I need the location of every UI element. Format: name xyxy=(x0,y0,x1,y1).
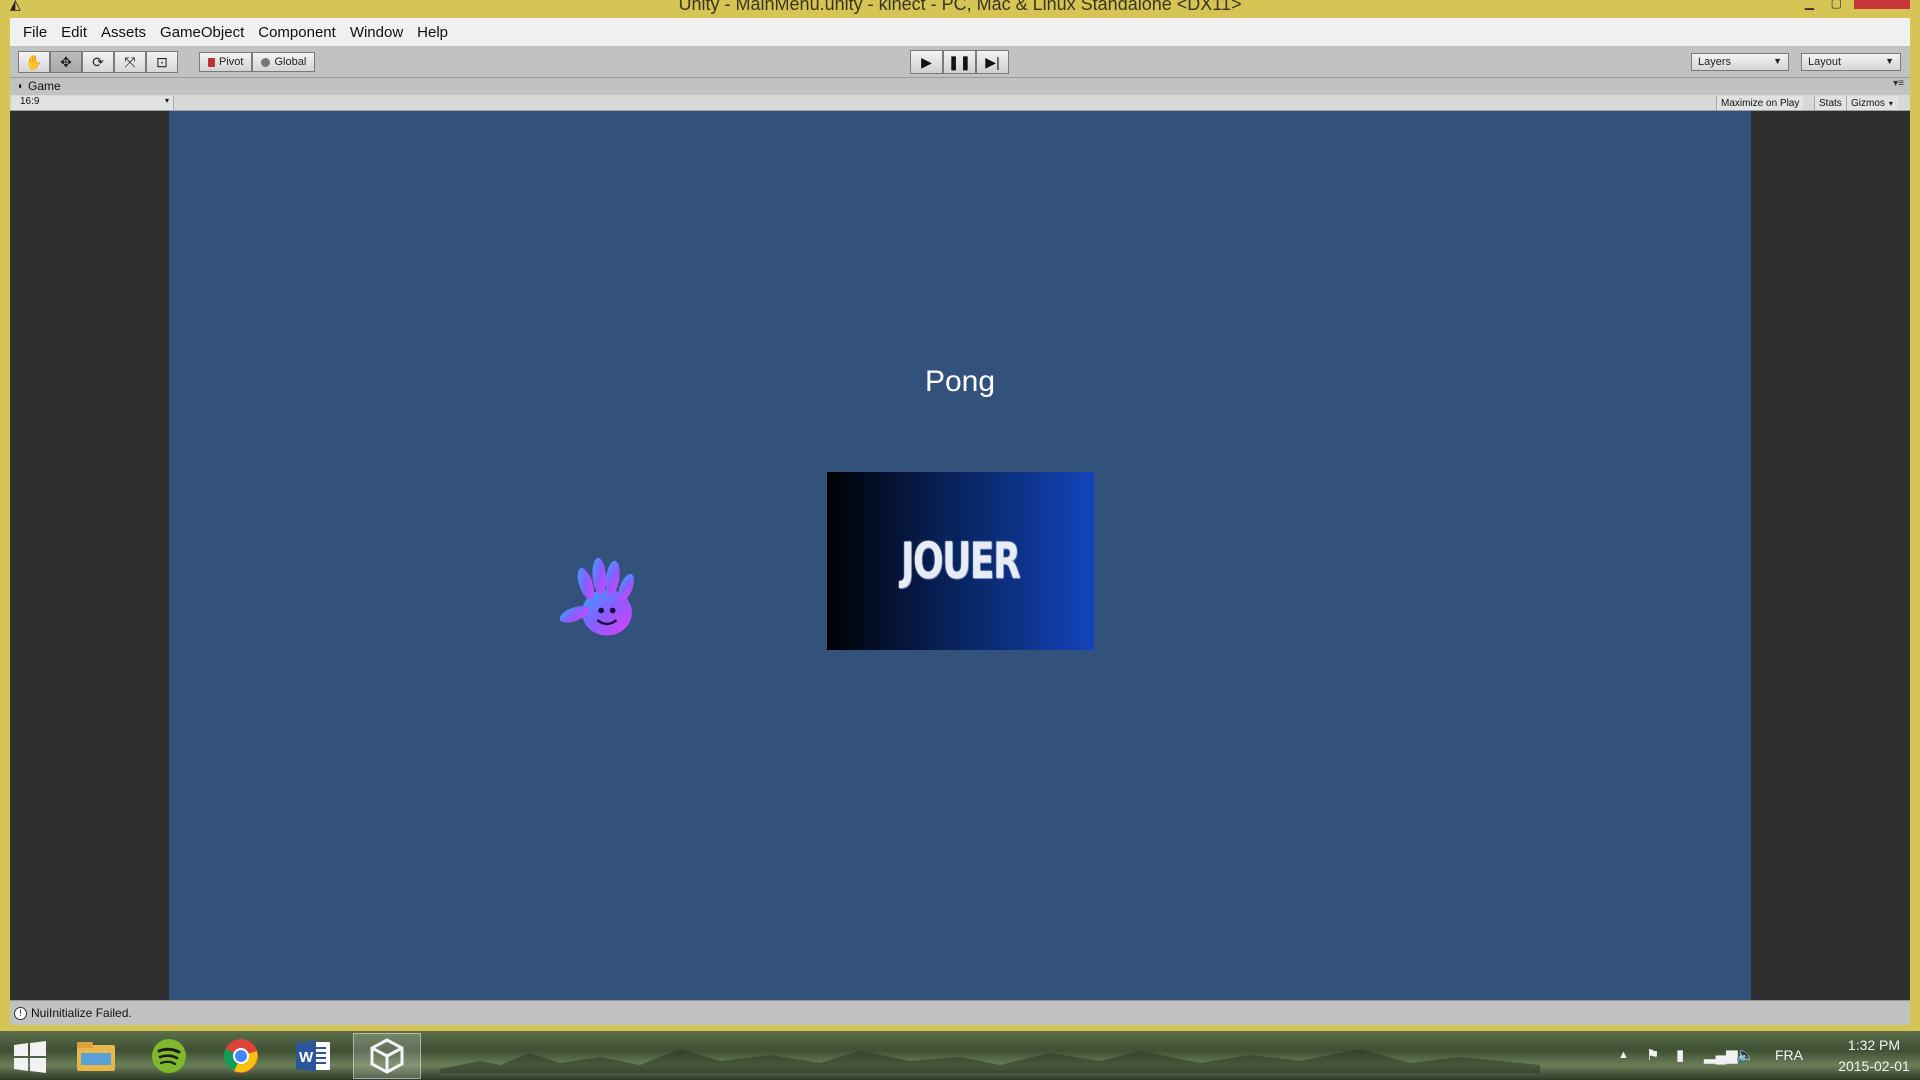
chevron-down-icon: ▾ xyxy=(1888,98,1893,108)
game-panel-header: ◐ Game ▾≡ xyxy=(10,78,1910,95)
global-label: Global xyxy=(274,56,307,68)
chevron-down-icon: ▼ xyxy=(1773,56,1782,66)
menu-help[interactable]: Help xyxy=(410,24,455,41)
game-title: Pong xyxy=(924,365,996,398)
menu-file[interactable]: File xyxy=(16,24,54,41)
window-title-bar: ◭ Unity - MainMenu.unity - kinect - PC, … xyxy=(0,0,1920,18)
transform-tools: ✋ ✥ ⟳ ⤧ ⊡ xyxy=(18,51,178,73)
layers-dropdown[interactable]: Layers ▼ xyxy=(1691,53,1789,71)
panel-menu-icon[interactable]: ▾≡ xyxy=(1893,78,1904,89)
taskbar-app-unity[interactable] xyxy=(353,1033,421,1079)
rect-icon[interactable]: ⊡ xyxy=(146,51,178,73)
taskbar-app-chrome[interactable] xyxy=(207,1033,275,1079)
pivot-button[interactable]: Pivot xyxy=(199,52,253,72)
kinect-hand-cursor-icon xyxy=(559,557,635,636)
game-area: Pong JOUER xyxy=(10,111,1910,1000)
rotate-icon[interactable]: ⟳ xyxy=(82,51,114,73)
game-view[interactable]: Pong JOUER xyxy=(169,111,1751,1000)
layers-label: Layers xyxy=(1698,56,1732,68)
pivot-label: Pivot xyxy=(219,56,244,68)
pivot-icon xyxy=(208,57,215,67)
input-language[interactable]: FRA xyxy=(1775,1047,1803,1063)
chevron-down-icon: ▼ xyxy=(1885,56,1894,66)
window-title: Unity - MainMenu.unity - kinect - PC, Ma… xyxy=(678,0,1242,14)
battery-icon[interactable]: ▮ xyxy=(1676,1046,1684,1064)
system-tray: ▲ ⚑ ▮ ▂▄▆ 🔈 FRA 1:32 PM 2015-02-01 xyxy=(1600,1031,1920,1080)
file-explorer-icon xyxy=(77,1042,115,1071)
minimize-icon[interactable]: ▁ xyxy=(1805,0,1814,10)
menu-assets[interactable]: Assets xyxy=(94,24,153,41)
maximize-on-play-label: Maximize on Play xyxy=(1721,97,1800,109)
taskbar-app-word[interactable]: W xyxy=(279,1033,347,1079)
taskbar-app-explorer[interactable] xyxy=(62,1033,130,1079)
windows-taskbar: W ▲ ⚑ ▮ ▂▄▆ 🔈 FRA 1:32 PM 2015-02-01 xyxy=(0,1031,1920,1080)
layout-label: Layout xyxy=(1808,56,1842,68)
pacman-icon: ◐ xyxy=(18,80,25,92)
menu-component[interactable]: Component xyxy=(251,24,343,41)
main-toolbar: ✋ ✥ ⟳ ⤧ ⊡ Pivot Global ▶ ❚❚ ▶| Layers ▼ … xyxy=(10,46,1910,78)
network-signal-icon[interactable]: ▂▄▆ xyxy=(1704,1046,1738,1064)
move-icon[interactable]: ✥ xyxy=(50,51,82,73)
svg-text:W: W xyxy=(299,1049,314,1066)
playback-controls: ▶ ❚❚ ▶| xyxy=(910,50,1009,74)
clock-time[interactable]: 1:32 PM xyxy=(1834,1037,1914,1053)
game-options-bar: 16:9 ▾ Maximize on Play Stats Gizmos ▾ xyxy=(10,95,1910,111)
chevron-up-icon[interactable]: ▲ xyxy=(1618,1049,1629,1061)
scale-icon[interactable]: ⤧ xyxy=(114,51,146,73)
menu-edit[interactable]: Edit xyxy=(54,24,94,41)
chevron-down-icon: ▾ xyxy=(164,96,169,105)
gizmos-dropdown[interactable]: Gizmos ▾ xyxy=(1846,96,1898,110)
hand-icon[interactable]: ✋ xyxy=(18,51,50,73)
maximize-on-play-button[interactable]: Maximize on Play xyxy=(1716,96,1804,110)
pivot-toggles: Pivot Global xyxy=(199,52,316,74)
pause-button[interactable]: ❚❚ xyxy=(943,50,976,74)
play-button[interactable]: ▶ xyxy=(910,50,943,74)
status-message: NuiInitialize Failed. xyxy=(31,1006,132,1020)
action-center-flag-icon[interactable]: ⚑ xyxy=(1646,1046,1659,1064)
stats-button[interactable]: Stats xyxy=(1814,96,1846,110)
menu-window[interactable]: Window xyxy=(343,24,410,41)
unity-icon xyxy=(370,1038,404,1074)
global-button[interactable]: Global xyxy=(252,52,316,72)
windows-start-icon[interactable] xyxy=(10,1039,50,1075)
step-button[interactable]: ▶| xyxy=(976,50,1009,74)
play-game-label: JOUER xyxy=(901,532,1021,590)
status-bar[interactable]: ! NuiInitialize Failed. xyxy=(10,1000,1910,1025)
spotify-icon xyxy=(152,1039,186,1073)
aspect-dropdown[interactable]: 16:9 ▾ xyxy=(12,96,174,110)
aspect-label: 16:9 xyxy=(20,96,40,107)
window-frame-right xyxy=(1910,18,1920,1030)
tab-game-label: Game xyxy=(28,79,61,93)
stats-label: Stats xyxy=(1819,97,1842,109)
gizmos-label: Gizmos xyxy=(1851,97,1885,109)
taskbar-wallpaper-art xyxy=(440,1049,1540,1073)
play-game-button[interactable]: JOUER xyxy=(827,472,1094,650)
info-icon: ! xyxy=(14,1006,27,1020)
maximize-icon[interactable]: ▢ xyxy=(1831,0,1842,10)
chrome-icon xyxy=(223,1039,258,1073)
menu-bar: File Edit Assets GameObject Component Wi… xyxy=(10,18,1910,46)
close-button[interactable] xyxy=(1854,0,1910,9)
word-icon: W xyxy=(296,1040,330,1072)
clock-date[interactable]: 2015-02-01 xyxy=(1826,1058,1920,1074)
volume-icon[interactable]: 🔈 xyxy=(1736,1046,1755,1064)
window-frame-left xyxy=(0,18,10,1030)
taskbar-app-spotify[interactable] xyxy=(135,1033,203,1079)
globe-icon xyxy=(261,57,271,67)
tab-game[interactable]: ◐ Game xyxy=(18,79,61,93)
layout-dropdown[interactable]: Layout ▼ xyxy=(1801,53,1901,71)
menu-gameobject[interactable]: GameObject xyxy=(153,24,251,41)
